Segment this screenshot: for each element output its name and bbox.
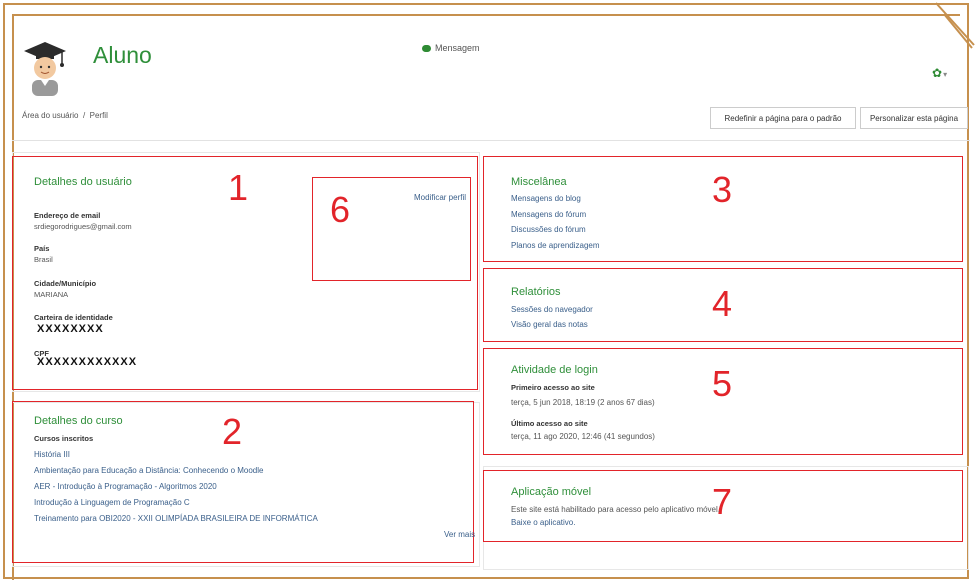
page-title: Aluno [93, 42, 152, 68]
avatar-icon [24, 42, 66, 96]
chevron-down-icon: ▾ [943, 70, 948, 79]
edit-profile-link[interactable]: Modificar perfil [414, 193, 466, 202]
login-activity-heading: Atividade de login [511, 364, 598, 376]
forum-discussions-link[interactable]: Discussões do fórum [511, 225, 586, 234]
annotation-number-7: 7 [712, 481, 733, 522]
course-link[interactable]: Introdução à Linguagem de Programação C [34, 498, 190, 507]
annotation-number-3: 3 [712, 169, 733, 210]
city-label: Cidade/Município [34, 279, 97, 288]
breadcrumb-separator: / [82, 111, 86, 120]
gear-icon: ✿ [932, 66, 943, 80]
course-link[interactable]: AER - Introdução à Programação - Algorit… [34, 482, 217, 491]
chat-bubble-icon [422, 44, 431, 52]
annotation-number-6: 6 [330, 189, 351, 230]
misc-heading: Miscelânea [511, 176, 567, 188]
annotation-number-1: 1 [228, 167, 249, 208]
city-value: MARIANA [34, 290, 69, 299]
course-link[interactable]: História III [34, 450, 70, 459]
country-label: País [34, 244, 50, 253]
frame-corner-decoration [935, 2, 975, 49]
blog-posts-link[interactable]: Mensagens do blog [511, 194, 581, 203]
course-link[interactable]: Treinamento para OBI2020 - XXII OLIMPÍAD… [34, 514, 318, 523]
cpf-value: XXXXXXXXXXXX [37, 356, 138, 368]
frame-inner-top-line [12, 14, 960, 16]
breadcrumb: Área do usuário / Perfil [22, 111, 108, 120]
breadcrumb-item-user-area[interactable]: Área do usuário [22, 111, 78, 120]
mobile-app-description: Este site está habilitado para acesso pe… [511, 505, 721, 514]
annotation-number-5: 5 [712, 363, 733, 404]
first-access-label: Primeiro acesso ao site [511, 383, 595, 392]
course-link[interactable]: Ambientação para Educação a Distância: C… [34, 466, 263, 475]
course-details-heading: Detalhes do curso [34, 415, 123, 427]
see-more-link[interactable]: Ver mais [444, 530, 475, 539]
header-divider [12, 140, 970, 141]
reports-heading: Relatórios [511, 286, 561, 298]
email-value: srdiegorodrigues@gmail.com [34, 222, 132, 231]
browser-sessions-link[interactable]: Sessões do navegador [511, 305, 593, 314]
user-details-heading: Detalhes do usuário [34, 176, 132, 188]
customize-page-button[interactable]: Personalizar esta página [860, 107, 968, 129]
email-label: Endereço de email [34, 211, 101, 220]
last-access-label: Último acesso ao site [511, 419, 588, 428]
first-access-value: terça, 5 jun 2018, 18:19 (2 anos 67 dias… [511, 398, 655, 407]
message-button[interactable]: Mensagem [422, 43, 480, 53]
message-label: Mensagem [435, 43, 480, 53]
annotation-number-2: 2 [222, 411, 243, 452]
country-value: Brasil [34, 255, 53, 264]
forum-posts-link[interactable]: Mensagens do fórum [511, 210, 586, 219]
reset-page-button[interactable]: Redefinir a página para o padrão [710, 107, 856, 129]
download-app-link[interactable]: Baixe o aplicativo. [511, 518, 575, 527]
grades-overview-link[interactable]: Visão geral das notas [511, 320, 588, 329]
breadcrumb-item-profile[interactable]: Perfil [90, 111, 108, 120]
mobile-app-heading: Aplicação móvel [511, 486, 592, 498]
annotation-number-4: 4 [712, 283, 733, 324]
learning-plans-link[interactable]: Planos de aprendizagem [511, 241, 600, 250]
last-access-value: terça, 11 ago 2020, 12:46 (41 segundos) [511, 432, 655, 441]
enrolled-courses-label: Cursos inscritos [34, 434, 94, 443]
settings-menu[interactable]: ✿▾ [932, 66, 947, 80]
id-card-value: XXXXXXXX [37, 323, 104, 335]
id-card-label: Carteira de identidade [34, 313, 113, 322]
